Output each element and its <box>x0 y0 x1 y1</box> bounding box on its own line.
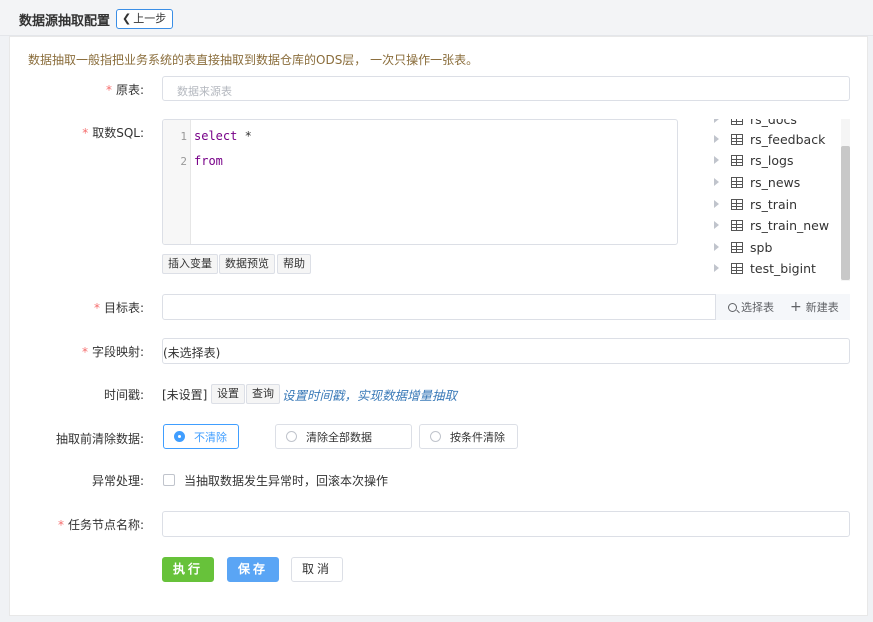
help-button[interactable]: 帮助 <box>277 254 311 274</box>
caret-right-icon <box>714 156 719 164</box>
select-table-button[interactable]: 选择表 <box>728 299 774 315</box>
table-icon <box>731 154 743 166</box>
insert-variable-button[interactable]: 插入变量 <box>162 254 218 274</box>
tree-item-table[interactable]: test_bigint <box>705 258 816 278</box>
caret-right-icon <box>714 243 719 251</box>
timestamp-hint: 设置时间戳，实现数据增量抽取 <box>282 388 458 403</box>
back-button[interactable]: ❮ 上一步 <box>116 9 174 29</box>
caret-right-icon <box>714 178 719 186</box>
back-button-label: 上一步 <box>133 12 167 25</box>
task-name-input[interactable] <box>162 511 850 537</box>
line-number: 2 <box>180 155 187 168</box>
caret-right-icon <box>714 135 719 143</box>
table-icon <box>731 262 743 274</box>
timestamp-value: [未设置] <box>162 388 208 402</box>
rollback-checkbox[interactable] <box>163 474 175 486</box>
table-icon <box>731 198 743 210</box>
source-table-label: * 原表: <box>105 83 144 97</box>
save-button[interactable]: 保存 <box>227 557 279 582</box>
radio-dot <box>430 431 441 442</box>
field-mapping-label: * 字段映射: <box>81 345 144 359</box>
code-line: from <box>194 154 223 168</box>
tree-item-table[interactable]: rs_feedback <box>705 129 825 149</box>
table-icon <box>731 176 743 188</box>
tree-scrollbar-thumb[interactable] <box>841 146 850 280</box>
exception-label: 异常处理: <box>91 474 144 488</box>
page-header: 数据源抽取配置 ❮ 上一步 <box>0 0 873 36</box>
timestamp-label: 时间戳: <box>103 388 144 402</box>
cancel-button[interactable]: 取消 <box>291 557 343 582</box>
caret-right-icon <box>714 221 719 229</box>
table-icon <box>731 241 743 253</box>
table-icon <box>731 219 743 231</box>
code-line: select * <box>194 129 252 143</box>
chevron-left-icon: ❮ <box>122 12 132 25</box>
field-mapping-box[interactable]: (未选择表) <box>162 338 850 364</box>
caret-right-icon <box>714 264 719 272</box>
tree-item-table[interactable]: rs_logs <box>705 150 793 170</box>
pre-clear-label: 抽取前清除数据: <box>55 432 144 446</box>
caret-right-icon <box>714 119 719 123</box>
source-table-placeholder: 数据来源表 <box>177 85 232 98</box>
search-icon <box>728 302 737 312</box>
radio-dot <box>286 431 297 442</box>
source-table-input[interactable]: 数据来源表 <box>162 76 850 101</box>
radio-clear-all[interactable]: 清除全部数据 <box>275 424 412 449</box>
new-table-button[interactable]: + 新建表 <box>790 299 839 315</box>
radio-clear-conditional[interactable]: 按条件清除 <box>419 424 518 449</box>
radio-no-clear[interactable]: 不清除 <box>163 424 239 449</box>
tree-item-table[interactable]: rs_news <box>705 172 800 192</box>
tree-item-table[interactable]: spb <box>705 237 772 257</box>
sql-label: * 取数SQL: <box>82 126 144 140</box>
target-table-actions: 选择表 + 新建表 <box>715 294 850 320</box>
timestamp-query-button[interactable]: 查询 <box>246 384 280 404</box>
data-preview-button[interactable]: 数据预览 <box>219 254 275 274</box>
tree-item-table[interactable]: rs_train <box>705 194 797 214</box>
caret-right-icon <box>714 200 719 208</box>
rollback-checkbox-label: 当抽取数据发生异常时，回滚本次操作 <box>184 474 389 488</box>
radio-dot <box>174 431 185 442</box>
task-name-label: * 任务节点名称: <box>57 518 144 532</box>
sql-editor[interactable]: 1 2 select * from <box>162 119 678 245</box>
tree-item-table[interactable]: rs_docs <box>705 119 797 129</box>
timestamp-set-button[interactable]: 设置 <box>211 384 245 404</box>
run-button[interactable]: 执行 <box>162 557 214 582</box>
table-icon <box>731 119 743 125</box>
field-mapping-value: (未选择表) <box>163 346 221 360</box>
table-tree[interactable]: rs_docs rs_feedback rs_logs rs_news rs_t… <box>705 119 851 281</box>
plus-icon: + <box>790 299 802 315</box>
notice-text: 数据抽取一般指把业务系统的表直接抽取到数据仓库的ODS层， 一次只操作一张表。 <box>28 53 479 67</box>
table-icon <box>731 133 743 145</box>
target-table-label: * 目标表: <box>93 301 144 315</box>
page-title: 数据源抽取配置 <box>19 14 111 29</box>
line-number: 1 <box>180 130 187 143</box>
tree-item-table[interactable]: rs_train_new <box>705 215 829 235</box>
